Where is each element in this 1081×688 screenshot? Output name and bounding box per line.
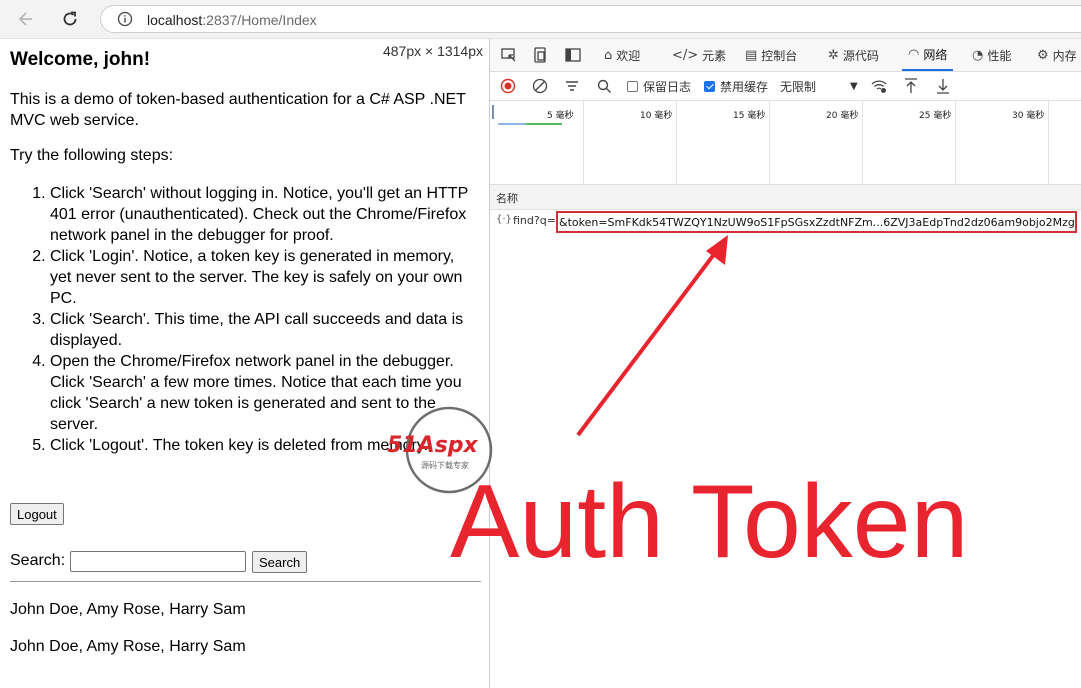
clear-icon[interactable]	[532, 78, 548, 94]
name-column-header[interactable]: 名称	[496, 190, 518, 206]
timeline-gridline	[862, 101, 863, 184]
divider	[10, 581, 481, 582]
url-host: localhost	[147, 12, 203, 28]
search-label: Search:	[10, 552, 66, 569]
tab-welcome[interactable]: ⌂ 欢迎	[604, 39, 640, 71]
filter-icon[interactable]	[564, 78, 580, 94]
disable-cache-checkbox[interactable]	[704, 81, 715, 92]
back-button[interactable]	[14, 7, 38, 31]
reload-button[interactable]	[58, 7, 82, 31]
gear-icon: ⚙	[1037, 47, 1049, 63]
tab-label: 网络	[923, 47, 948, 62]
export-har-icon[interactable]	[935, 77, 951, 95]
url-text[interactable]: localhost:2837/Home/Index	[147, 12, 317, 28]
timeline-marker	[492, 105, 494, 119]
preserve-log-checkbox[interactable]	[627, 81, 638, 92]
network-toolbar: 保留日志 禁用缓存 无限制 ▼	[490, 72, 1081, 101]
timeline-gridline	[955, 101, 956, 184]
tab-network[interactable]: ◠ 网络	[902, 39, 954, 71]
tab-label: 元素	[702, 48, 727, 63]
timeline-tick-label: 30 毫秒	[1012, 111, 1045, 121]
record-icon[interactable]	[500, 78, 516, 94]
url-path: :2837/Home/Index	[202, 12, 317, 28]
search-input[interactable]	[70, 551, 246, 572]
tab-memory[interactable]: ⚙ 内存	[1037, 39, 1077, 71]
import-har-icon[interactable]	[903, 77, 919, 95]
tab-sources[interactable]: ✲ 源代码	[828, 39, 879, 71]
tab-console[interactable]: ▤ 控制台	[745, 39, 797, 71]
timeline-tick-label: 10 毫秒	[640, 111, 673, 121]
xhr-icon: {·}	[496, 214, 512, 225]
timeline-gridline	[676, 101, 677, 184]
timeline-gridline	[1048, 101, 1049, 184]
auth-token-caption: Auth Token	[450, 464, 969, 580]
reload-icon	[63, 11, 77, 26]
welcome-heading: Welcome, john!	[10, 49, 151, 70]
tab-label: 源代码	[842, 48, 879, 63]
timeline-gridline	[769, 101, 770, 184]
tab-label: 控制台	[761, 48, 798, 63]
device-toggle-icon[interactable]	[532, 46, 550, 64]
gauge-icon: ◔	[972, 47, 984, 63]
tab-elements[interactable]: </> 元素	[672, 39, 726, 71]
result-line: John Doe, Amy Rose, Harry Sam	[10, 638, 246, 655]
tab-label: 欢迎	[616, 48, 641, 63]
result-line: John Doe, Amy Rose, Harry Sam	[10, 601, 246, 618]
preserve-log-label: 保留日志	[643, 80, 692, 94]
timeline-tick-label: 25 毫秒	[919, 111, 952, 121]
network-conditions-icon[interactable]	[870, 77, 888, 95]
steps-title: Try the following steps:	[10, 147, 174, 164]
timeline-tick-label: 15 毫秒	[733, 111, 766, 121]
browser-toolbar: localhost:2837/Home/Index	[0, 0, 1081, 39]
request-table-header: 名称	[490, 185, 1081, 210]
search-button[interactable]: Search	[252, 551, 308, 573]
devtools-tabbar: ⌂ 欢迎 </> 元素 ▤ 控制台 ✲ 源代码 ◠ 网络 ◔ 性能 ⚙ 内存	[490, 39, 1081, 72]
watermark-text: 51Aspx	[387, 433, 478, 458]
bug-icon: ✲	[828, 47, 839, 63]
step-item: Click 'Search' without logging in. Notic…	[50, 183, 474, 246]
tab-label: 内存	[1052, 48, 1077, 63]
chevron-down-icon: ▼	[850, 81, 858, 92]
wifi-icon: ◠	[908, 46, 920, 62]
console-icon: ▤	[745, 47, 758, 63]
search-icon[interactable]	[596, 78, 612, 94]
code-icon: </>	[672, 47, 699, 63]
network-timeline[interactable]: 5 毫秒 10 毫秒 15 毫秒 20 毫秒 25 毫秒 30 毫秒	[490, 101, 1081, 185]
logout-button[interactable]: Logout	[10, 503, 64, 525]
tab-label: 性能	[987, 48, 1012, 63]
throttle-value: 无限制	[780, 80, 817, 94]
disable-cache-toggle[interactable]: 禁用缓存	[704, 78, 768, 95]
step-item: Click 'Search'. This time, the API call …	[50, 309, 474, 351]
request-name: find?q=	[513, 214, 556, 227]
back-arrow-icon	[18, 12, 32, 26]
disable-cache-label: 禁用缓存	[720, 80, 769, 94]
timeline-tick-label: 20 毫秒	[826, 111, 859, 121]
step-item: Click 'Login'. Notice, a token key is ge…	[50, 246, 474, 309]
viewport-size-label: 487px × 1314px	[382, 43, 483, 59]
page-viewport: 487px × 1314px Welcome, john! This is a …	[0, 39, 489, 688]
info-icon[interactable]	[117, 11, 133, 27]
address-bar[interactable]: localhost:2837/Home/Index	[100, 5, 1081, 33]
dock-side-icon[interactable]	[564, 46, 582, 64]
timeline-bar	[526, 123, 562, 125]
preserve-log-toggle[interactable]: 保留日志	[627, 78, 691, 95]
home-icon: ⌂	[604, 47, 613, 63]
intro-text: This is a demo of token-based authentica…	[10, 91, 466, 129]
timeline-gridline	[583, 101, 584, 184]
inspect-icon[interactable]	[500, 46, 518, 64]
tab-performance[interactable]: ◔ 性能	[972, 39, 1011, 71]
throttle-select[interactable]: 无限制 ▼	[780, 78, 858, 95]
arrow-icon	[576, 235, 728, 437]
timeline-tick-label: 5 毫秒	[547, 111, 574, 121]
